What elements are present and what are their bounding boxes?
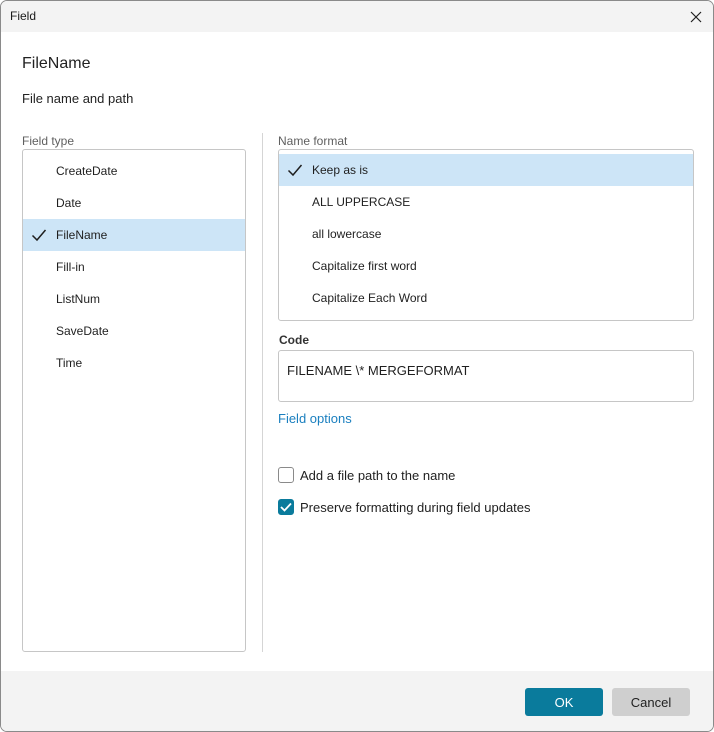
preserve-formatting-label: Preserve formatting during field updates: [300, 499, 531, 515]
list-item-label: Time: [56, 356, 83, 370]
code-field[interactable]: FILENAME \* MERGEFORMAT: [278, 350, 694, 402]
preserve-formatting-option[interactable]: Preserve formatting during field updates: [278, 497, 531, 517]
field-type-item-time[interactable]: Time: [23, 347, 245, 379]
list-item-label: SaveDate: [56, 324, 109, 338]
close-icon: [690, 11, 702, 22]
field-type-item-filename[interactable]: FileName: [23, 219, 245, 251]
field-type-item-listnum[interactable]: ListNum: [23, 283, 245, 315]
name-format-list: Keep as is ALL UPPERCASE all lowercase C…: [278, 149, 694, 321]
list-item-label: all lowercase: [312, 227, 382, 241]
checkmark-icon: [280, 502, 292, 512]
name-format-item-capitalize-each[interactable]: Capitalize Each Word: [279, 282, 693, 314]
ok-button[interactable]: OK: [525, 688, 603, 716]
name-format-item-lowercase[interactable]: all lowercase: [279, 218, 693, 250]
preserve-formatting-checkbox[interactable]: [278, 499, 294, 515]
list-item-label: Capitalize Each Word: [312, 291, 428, 305]
vertical-divider: [262, 133, 263, 652]
name-format-item-capitalize-first[interactable]: Capitalize first word: [279, 250, 693, 282]
field-type-label: Field type: [22, 134, 75, 148]
name-format-item-keep[interactable]: Keep as is: [279, 154, 693, 186]
list-item-label: CreateDate: [56, 164, 118, 178]
list-item-label: Fill-in: [56, 260, 85, 274]
name-format-item-uppercase[interactable]: ALL UPPERCASE: [279, 186, 693, 218]
field-type-list: CreateDate Date FileName Fill-in ListNum…: [22, 149, 246, 652]
field-type-item-fill-in[interactable]: Fill-in: [23, 251, 245, 283]
field-type-item-date[interactable]: Date: [23, 187, 245, 219]
list-item-label: ListNum: [56, 292, 101, 306]
list-item-label: ALL UPPERCASE: [312, 195, 411, 209]
list-item-label: FileName: [56, 228, 108, 242]
list-item-label: Keep as is: [312, 163, 369, 177]
list-item-label: Date: [56, 196, 82, 210]
window-title: Field: [10, 9, 37, 23]
add-file-path-checkbox[interactable]: [278, 467, 294, 483]
field-type-item-createdate[interactable]: CreateDate: [23, 155, 245, 187]
field-description: File name and path: [22, 91, 134, 106]
code-label: Code: [279, 333, 309, 347]
checkmark-icon: [287, 164, 303, 177]
cancel-button[interactable]: Cancel: [612, 688, 690, 716]
field-dialog: Field FileName File name and path Field …: [0, 0, 714, 732]
add-file-path-label: Add a file path to the name: [300, 467, 456, 483]
title-bar: Field: [1, 1, 713, 32]
add-file-path-option[interactable]: Add a file path to the name: [278, 465, 455, 485]
field-options-link[interactable]: Field options: [278, 411, 352, 426]
dialog-footer: OK Cancel: [1, 671, 713, 731]
field-type-item-savedate[interactable]: SaveDate: [23, 315, 245, 347]
list-item-label: Capitalize first word: [312, 259, 417, 273]
close-button[interactable]: [679, 1, 713, 32]
name-format-label: Name format: [278, 134, 348, 148]
checkmark-icon: [31, 229, 47, 242]
field-title: FileName: [22, 55, 91, 72]
